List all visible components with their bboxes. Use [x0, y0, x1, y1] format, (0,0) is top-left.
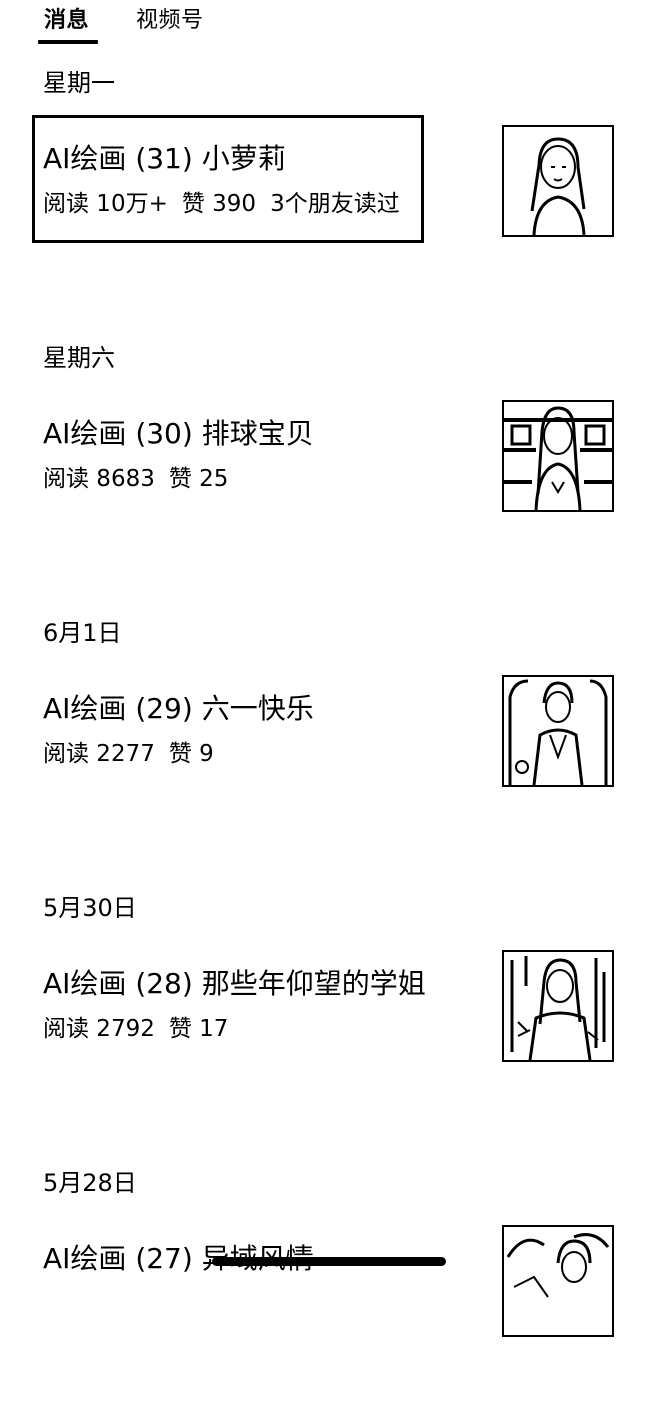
date-header: 星期一 — [43, 69, 115, 97]
portrait-illustration-icon[interactable] — [502, 125, 614, 237]
tab-channels[interactable]: 视频号 — [136, 6, 204, 36]
date-header: 5月30日 — [43, 894, 137, 922]
article-title: AI绘画 (31) 小萝莉 — [43, 142, 286, 175]
top-tab-bar: 消息 视频号 — [0, 0, 656, 48]
article-item[interactable]: AI绘画 (27) 异域风情 — [32, 1215, 620, 1339]
read-count: 阅读 8683 — [43, 466, 155, 492]
read-count: 阅读 2792 — [43, 1016, 155, 1042]
article-stats: 阅读 2277 赞 9 — [43, 739, 228, 769]
article-stats: 阅读 8683 赞 25 — [43, 464, 242, 494]
article-item[interactable]: AI绘画 (30) 排球宝贝 阅读 8683 赞 25 — [32, 390, 620, 514]
article-item[interactable]: AI绘画 (31) 小萝莉 阅读 10万+ 赞 390 3个朋友读过 — [32, 115, 620, 243]
article-section: 星期六 AI绘画 (30) 排球宝贝 阅读 8683 赞 25 — [0, 343, 656, 603]
like-count: 赞 25 — [168, 466, 229, 492]
portrait-illustration-icon[interactable] — [502, 400, 614, 512]
portrait-illustration-icon[interactable] — [502, 675, 614, 787]
friends-read: 3个朋友读过 — [270, 191, 400, 217]
read-count: 阅读 2277 — [43, 741, 155, 767]
article-item[interactable]: AI绘画 (29) 六一快乐 阅读 2277 赞 9 — [32, 665, 620, 789]
date-header: 6月1日 — [43, 619, 122, 647]
article-stats: 阅读 10万+ 赞 390 3个朋友读过 — [43, 189, 414, 219]
like-count: 赞 17 — [168, 1016, 229, 1042]
article-title: AI绘画 (29) 六一快乐 — [43, 692, 314, 725]
portrait-illustration-icon[interactable] — [502, 950, 614, 1062]
article-title: AI绘画 (28) 那些年仰望的学姐 — [43, 967, 426, 1000]
article-stats: 阅读 2792 赞 17 — [43, 1014, 242, 1044]
date-header: 星期六 — [43, 344, 115, 372]
active-tab-indicator — [38, 40, 98, 44]
article-section: 5月28日 AI绘画 (27) 异域风情 — [0, 1168, 656, 1428]
article-item[interactable]: AI绘画 (28) 那些年仰望的学姐 阅读 2792 赞 17 — [32, 940, 620, 1064]
tab-messages[interactable]: 消息 — [44, 6, 89, 36]
article-title: AI绘画 (30) 排球宝贝 — [43, 417, 314, 450]
portrait-illustration-icon[interactable] — [502, 1225, 614, 1337]
home-indicator[interactable] — [212, 1257, 446, 1266]
date-header: 5月28日 — [43, 1169, 137, 1197]
article-section: 星期一 AI绘画 (31) 小萝莉 阅读 10万+ 赞 390 3个朋友读过 — [0, 68, 656, 328]
article-section: 5月30日 AI绘画 (28) 那些年仰望的学姐 阅读 2792 赞 17 — [0, 893, 656, 1153]
highlight-box — [32, 115, 424, 243]
like-count: 赞 9 — [168, 741, 214, 767]
read-count: 阅读 10万+ — [43, 191, 168, 217]
like-count: 赞 390 — [181, 191, 257, 217]
article-section: 6月1日 AI绘画 (29) 六一快乐 阅读 2277 赞 9 — [0, 618, 656, 878]
